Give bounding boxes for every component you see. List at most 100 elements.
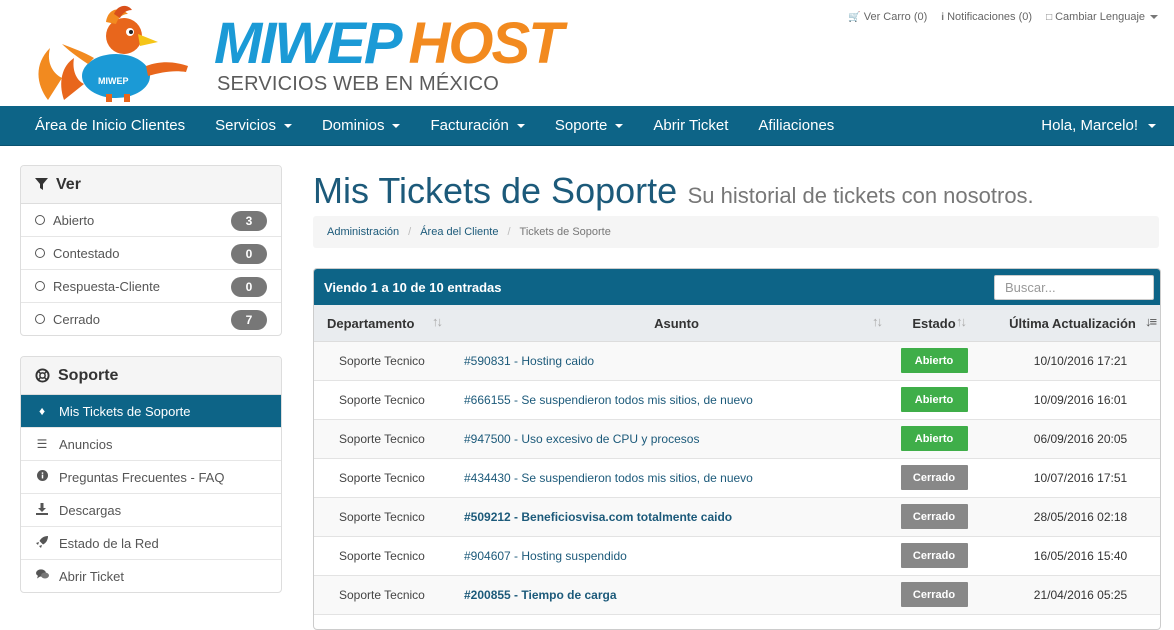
rocket-icon [35,535,49,551]
nav-item-label: Soporte [554,117,608,134]
sidebar-item-downloads[interactable]: Descargas [21,494,281,527]
column-header-subject[interactable]: Asunto ↑↓ [464,305,889,341]
brand-name: MIWEP HOST [214,11,564,76]
column-header-status[interactable]: Estado ↑↓ [889,305,979,341]
cell-department: Soporte Tecnico [339,392,425,407]
cell-department: Soporte Tecnico [339,509,425,524]
phoenix-mascot-icon: MIWEP [38,5,188,102]
page-subtitle: Su historial de tickets con nosotros. [687,183,1034,208]
nav-item-affiliates[interactable]: Afiliaciones [743,106,849,145]
column-header-last-updated[interactable]: Última Actualización ↓≡ [979,305,1160,341]
table-row[interactable]: Soporte Tecnico #509212 - Beneficiosvisa.… [314,498,1160,537]
sidebar-item-network-status[interactable]: Estado de la Red [21,527,281,560]
table-row[interactable]: Soporte Tecnico #666155 - Se suspendieron… [314,381,1160,420]
nav-item-services[interactable]: Servicios [200,106,307,145]
brand-name-part1: MIWEP [214,11,403,76]
sidebar-item-faq[interactable]: Preguntas Frecuentes - FAQ [21,461,281,494]
info-icon: i [941,11,945,23]
main-navbar: Área de Inicio Clientes Servicios Domini… [0,106,1174,146]
view-cart-link[interactable]: 🛒 Ver Carro (0) [848,11,927,23]
ticket-link[interactable]: #509212 - Beneficiosvisa.com totalmente … [464,510,732,524]
filter-item-answered[interactable]: Contestado 0 [21,237,281,270]
radio-icon [35,314,45,324]
ticket-link[interactable]: #947500 - Uso excesivo de CPU y procesos [464,432,699,446]
filter-item-customer-reply[interactable]: Respuesta-Cliente 0 [21,270,281,303]
count-badge: 0 [231,277,267,297]
sort-desc-icon: ↓≡ [1145,314,1157,329]
cell-status: Cerrado [889,537,979,574]
column-header-department[interactable]: Departamento ↑↓ [314,305,464,341]
cell-last-updated: 28/05/2016 02:18 [1033,509,1128,524]
cell-department: Soporte Tecnico [339,470,425,485]
search-input[interactable] [994,275,1154,300]
sidebar-item-announcements[interactable]: ☰ Anuncios [21,428,281,461]
sort-icon: ↑↓ [956,314,967,329]
chevron-down-icon [392,123,401,128]
ticket-link[interactable]: #434430 - Se suspendieron todos mis siti… [464,471,753,485]
nav-item-label: Facturación [430,117,509,134]
radio-icon [35,215,45,225]
cell-department: Soporte Tecnico [339,587,425,602]
cell-status: Cerrado [889,459,979,496]
nav-item-domains[interactable]: Dominios [307,106,416,145]
page-title-text: Mis Tickets de Soporte [313,170,678,211]
sidebar-item-label: Preguntas Frecuentes - FAQ [59,469,225,485]
table-row[interactable]: Soporte Tecnico #200855 - Tiempo de carga… [314,576,1160,615]
site-logo[interactable]: MIWEP MIWEP HOST SERVICIOS WEB EN MÉXICO [28,4,564,102]
nav-item-billing[interactable]: Facturación [415,106,539,145]
notifications-link[interactable]: i Notificaciones (0) [941,11,1032,23]
table-row[interactable]: Soporte Tecnico #904607 - Hosting suspend… [314,537,1160,576]
sidebar-item-label: Abrir Ticket [59,568,125,584]
brand-name-part2: HOST [408,11,564,76]
filter-item-closed[interactable]: Cerrado 7 [21,303,281,335]
ticket-link[interactable]: #590831 - Hosting caido [464,354,594,368]
page-title: Mis Tickets de Soporte Su historial de t… [313,170,1034,212]
info-circle-icon [35,470,49,484]
brand-tagline: SERVICIOS WEB EN MÉXICO [217,73,500,95]
notifications-label: Notificaciones (0) [947,11,1033,23]
table-info: Viendo 1 a 10 de 10 entradas [324,279,502,295]
comments-icon [35,569,49,583]
ticket-link[interactable]: #200855 - Tiempo de carga [464,588,617,602]
nav-item-support[interactable]: Soporte [540,106,639,145]
nav-item-client-home[interactable]: Área de Inicio Clientes [20,106,200,145]
ticket-link[interactable]: #904607 - Hosting suspendido [464,549,627,563]
chevron-down-icon [516,123,525,128]
nav-item-label: Servicios [215,117,276,134]
sidebar-item-label: Descargas [59,502,122,518]
table-row[interactable]: Soporte Tecnico #434430 - Se suspendieron… [314,459,1160,498]
chevron-down-icon [283,123,292,128]
radio-icon [35,248,45,258]
status-badge: Cerrado [900,582,968,607]
filter-item-label: Contestado [53,245,120,261]
user-menu[interactable]: Hola, Marcelo! [1041,106,1156,145]
breadcrumb-item-admin[interactable]: Administración [327,226,399,238]
sidebar-item-my-tickets[interactable]: ♦ Mis Tickets de Soporte [21,395,281,428]
breadcrumb: Administración / Área del Cliente / Tick… [313,216,1159,248]
count-badge: 3 [231,211,267,231]
tickets-table: Viendo 1 a 10 de 10 entradas Departament… [313,268,1161,630]
sidebar-item-open-ticket[interactable]: Abrir Ticket [21,560,281,592]
nav-item-open-ticket[interactable]: Abrir Ticket [638,106,743,145]
breadcrumb-item-client-area[interactable]: Área del Cliente [420,226,498,238]
table-row[interactable]: Soporte Tecnico #590831 - Hosting caido Ab… [314,342,1160,381]
sidebar-item-label: Estado de la Red [59,535,159,551]
count-badge: 0 [231,244,267,264]
view-cart-label: Ver Carro (0) [863,11,928,23]
status-badge: Abierto [900,348,968,373]
table-toolbar: Viendo 1 a 10 de 10 entradas [314,269,1160,305]
status-badge: Abierto [900,387,968,412]
cell-status: Cerrado [889,576,979,613]
change-language-label: Cambiar Lenguaje [1055,11,1145,23]
table-row[interactable]: Soporte Tecnico #947500 - Uso excesivo de… [314,420,1160,459]
filter-panel-title: Ver [56,175,81,193]
change-language-link[interactable]: □ Cambiar Lenguaje [1046,11,1158,23]
cell-subject: #200855 - Tiempo de carga [464,576,889,613]
ticket-link[interactable]: #666155 - Se suspendieron todos mis siti… [464,393,753,407]
status-badge: Cerrado [900,465,968,490]
cell-subject: #590831 - Hosting caido [464,342,889,379]
filter-panel: Ver Abierto 3 Contestado 0 Respuesta-Cli… [20,165,282,336]
filter-item-open[interactable]: Abierto 3 [21,204,281,237]
cell-department: Soporte Tecnico [339,353,425,368]
radio-icon [35,281,45,291]
